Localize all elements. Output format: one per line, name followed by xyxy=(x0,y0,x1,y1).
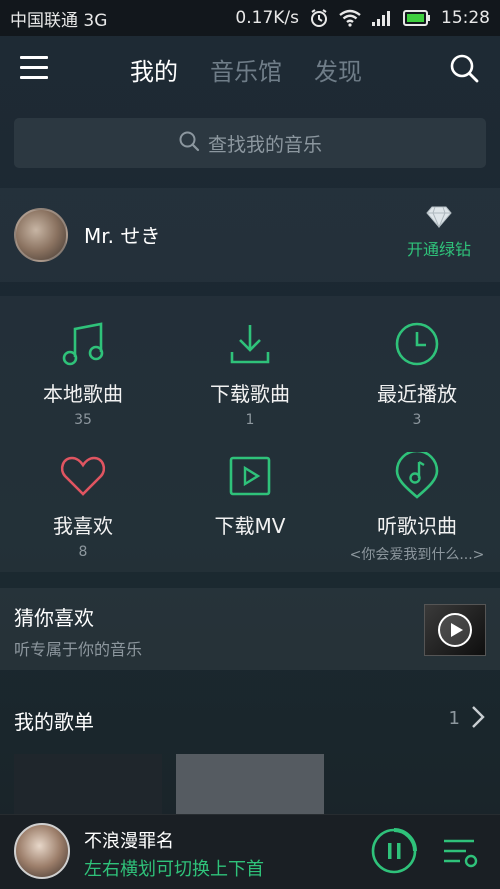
grid-item-label: 我喜欢 xyxy=(53,514,113,538)
search-field-icon xyxy=(178,130,200,157)
search-input[interactable]: 查找我的音乐 xyxy=(14,118,486,168)
song-recognition-icon xyxy=(334,450,500,502)
diamond-icon xyxy=(425,206,453,232)
heart-icon xyxy=(0,450,166,502)
tab-bar: 我的 音乐馆 发现 xyxy=(130,52,362,87)
vip-label: 开通绿钻 xyxy=(406,240,471,259)
grid-item-label: 最近播放 xyxy=(377,382,457,406)
grid-item-recent[interactable]: 最近播放 3 xyxy=(334,318,500,428)
now-playing-cover[interactable] xyxy=(14,823,70,879)
signal-icon xyxy=(371,9,393,27)
playlists-count: 1 xyxy=(448,708,460,729)
chevron-right-icon[interactable] xyxy=(470,704,486,734)
clock-icon xyxy=(334,318,500,370)
grid-item-label: 本地歌曲 xyxy=(43,382,123,406)
playlists-header[interactable]: 我的歌单 1 xyxy=(0,690,500,746)
download-icon xyxy=(167,318,333,370)
guess-title: 猜你喜欢 xyxy=(14,606,94,630)
grid-item-favorites[interactable]: 我喜欢 8 xyxy=(0,450,166,560)
guess-subtitle: 听专属于你的音乐 xyxy=(14,640,143,659)
status-bar: 中国联通 3G 0.17K/s 15:28 xyxy=(0,0,500,36)
playlist-queue-icon[interactable] xyxy=(440,835,480,869)
video-play-icon xyxy=(167,450,333,502)
pause-button[interactable] xyxy=(370,827,418,875)
grid-item-local-songs[interactable]: 本地歌曲 35 xyxy=(0,318,166,428)
alarm-icon xyxy=(309,8,329,28)
playlists-title: 我的歌单 xyxy=(14,710,94,734)
mini-player[interactable]: 不浪漫罪名 左右横划可切换上下首 xyxy=(0,814,500,889)
grid-item-count: 3 xyxy=(412,412,422,428)
grid-item-count: 35 xyxy=(74,412,92,428)
grid-item-count: 1 xyxy=(245,412,255,428)
grid-item-downloads[interactable]: 下载歌曲 1 xyxy=(167,318,333,428)
network-speed: 0.17K/s xyxy=(235,8,299,28)
search-placeholder: 查找我的音乐 xyxy=(207,133,322,156)
avatar[interactable] xyxy=(14,208,68,262)
wifi-icon xyxy=(339,9,361,27)
grid-item-download-mv[interactable]: 下载MV xyxy=(167,450,333,544)
carrier-label: 中国联通 3G xyxy=(10,10,108,31)
play-circle-icon xyxy=(438,613,472,647)
grid-item-song-recognition[interactable]: 听歌识曲 <你会爱我到什么...> xyxy=(334,450,500,564)
swipe-hint: 左右横划可切换上下首 xyxy=(84,859,264,880)
tab-discover[interactable]: 发现 xyxy=(314,52,362,87)
search-icon[interactable] xyxy=(448,52,480,84)
top-nav: 我的 音乐馆 发现 xyxy=(0,36,500,104)
grid-item-subtitle: <你会爱我到什么...> xyxy=(349,547,485,563)
grid-item-count: 8 xyxy=(78,544,88,560)
profile-section[interactable]: Mr. せき 开通绿钻 xyxy=(0,188,500,282)
username: Mr. せき xyxy=(84,224,161,248)
grid-item-label: 下载歌曲 xyxy=(210,382,290,406)
clock-time: 15:28 xyxy=(441,8,490,28)
grid-item-label: 下载MV xyxy=(214,514,286,538)
status-right: 0.17K/s 15:28 xyxy=(235,8,490,28)
now-playing-title: 不浪漫罪名 xyxy=(84,831,174,852)
menu-icon[interactable] xyxy=(20,56,48,80)
music-note-icon xyxy=(0,318,166,370)
library-grid: 本地歌曲 35 下载歌曲 1 最近播放 3 我喜欢 8 下载MV 听歌识曲 <你 xyxy=(0,296,500,572)
battery-icon xyxy=(403,10,431,26)
vip-button[interactable]: 开通绿钻 xyxy=(394,206,484,260)
tab-music-hall[interactable]: 音乐馆 xyxy=(210,52,282,87)
guess-you-like[interactable]: 猜你喜欢 听专属于你的音乐 xyxy=(0,588,500,670)
tab-mine[interactable]: 我的 xyxy=(130,52,178,87)
grid-item-label: 听歌识曲 xyxy=(377,514,457,538)
guess-cover-art[interactable] xyxy=(424,604,486,656)
